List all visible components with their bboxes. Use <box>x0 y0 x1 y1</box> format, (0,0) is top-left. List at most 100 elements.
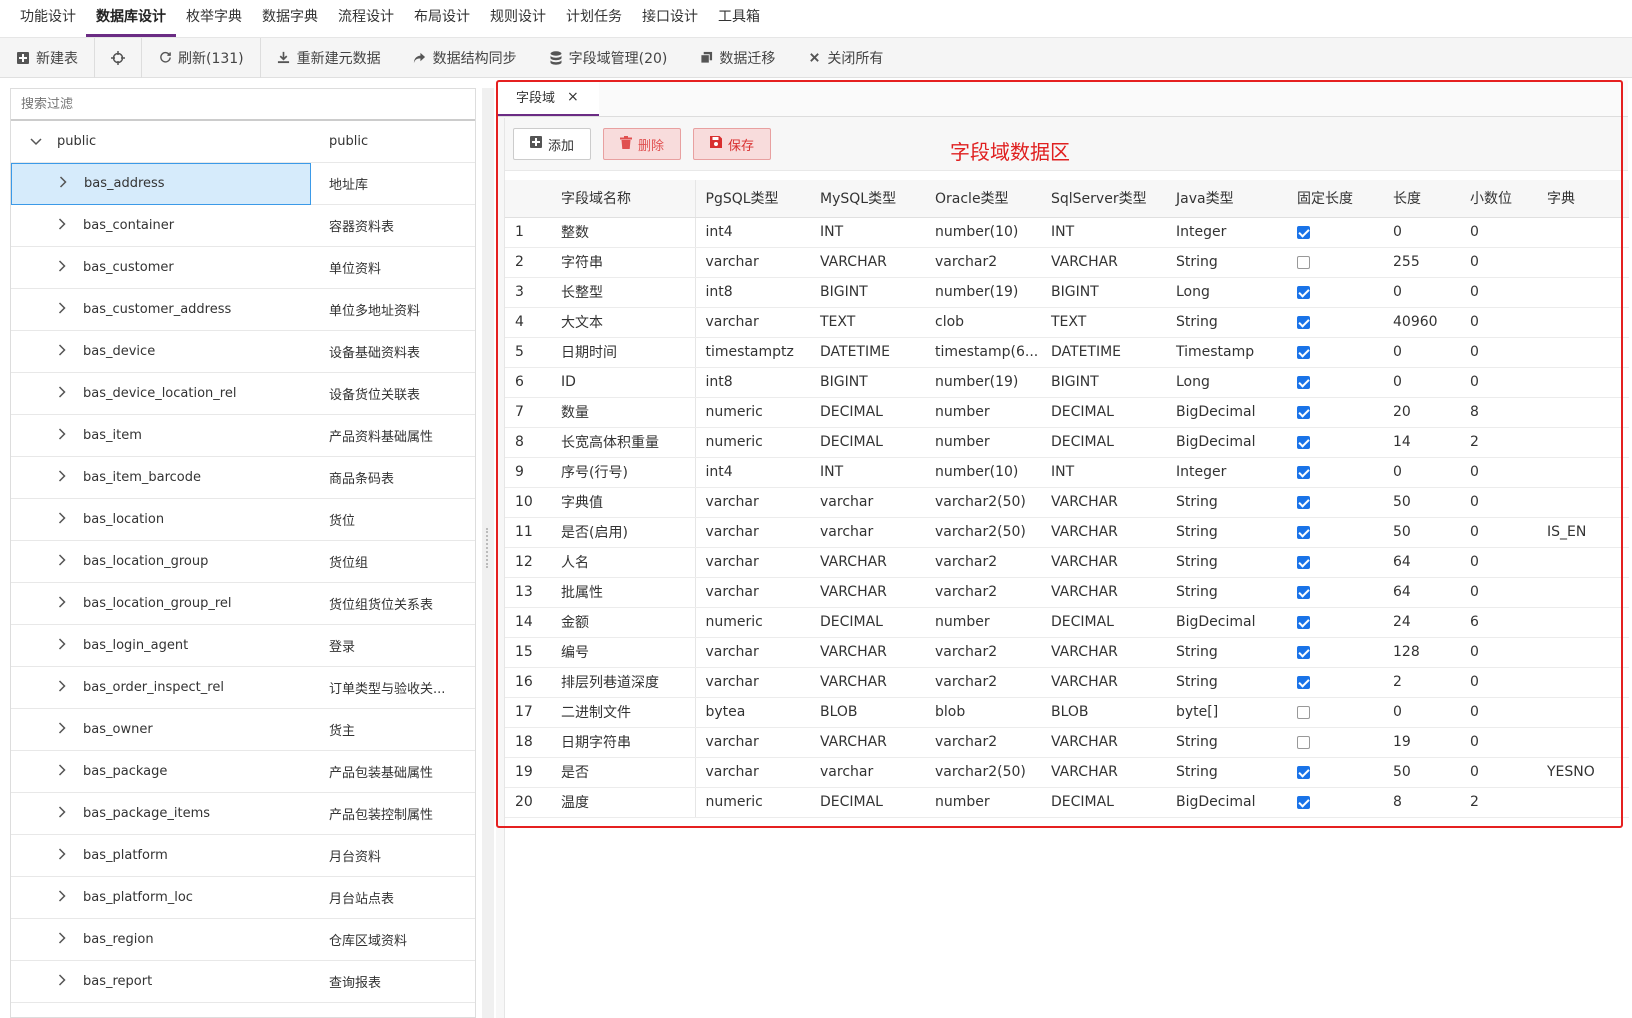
table-cell[interactable]: BIGINT <box>810 367 925 398</box>
table-cell[interactable]: String <box>1166 757 1287 788</box>
table-cell[interactable]: 0 <box>1460 337 1537 368</box>
migrate-button[interactable]: 数据迁移 <box>683 38 791 78</box>
table-cell[interactable] <box>1537 577 1629 608</box>
table-cell[interactable]: String <box>1166 487 1287 518</box>
table-cell[interactable]: 大文本 <box>551 307 696 338</box>
menu-item[interactable]: 枚举字典 <box>176 0 252 37</box>
table-cell[interactable]: DECIMAL <box>810 397 925 428</box>
chevron-right-icon[interactable] <box>55 890 69 905</box>
table-cell[interactable]: VARCHAR <box>1041 637 1166 668</box>
table-cell[interactable]: Integer <box>1166 217 1287 248</box>
table-cell[interactable]: Long <box>1166 277 1287 308</box>
table-cell[interactable] <box>1537 277 1629 308</box>
table-cell[interactable]: 13 <box>505 577 551 608</box>
table-cell[interactable]: 50 <box>1383 517 1460 548</box>
fixed-length-checkbox[interactable] <box>1297 405 1310 419</box>
table-cell[interactable]: ID <box>551 367 696 398</box>
table-cell[interactable]: varchar <box>695 487 810 518</box>
fixed-length-cell[interactable] <box>1287 787 1383 818</box>
table-cell[interactable]: DECIMAL <box>1041 397 1166 428</box>
table-cell[interactable]: 是否(启用) <box>551 517 696 548</box>
tree-item[interactable]: bas_platform 月台资料 <box>11 835 475 877</box>
tree-item[interactable]: bas_customer 单位资料 <box>11 247 475 289</box>
table-cell[interactable]: VARCHAR <box>1041 517 1166 548</box>
table-cell[interactable]: varchar <box>695 637 810 668</box>
table-cell[interactable]: number <box>925 397 1041 428</box>
table-cell[interactable]: YESNO <box>1537 757 1629 788</box>
table-cell[interactable]: 日期时间 <box>551 337 696 368</box>
table-row[interactable]: 1 整数 int4 INT number(10) INT Integer 0 0 <box>505 217 1629 248</box>
chevron-right-icon[interactable] <box>55 764 69 779</box>
menu-item[interactable]: 流程设计 <box>328 0 404 37</box>
table-cell[interactable]: DECIMAL <box>810 787 925 818</box>
fixed-length-checkbox[interactable] <box>1297 585 1310 599</box>
fixed-length-checkbox[interactable] <box>1297 285 1310 299</box>
table-cell[interactable] <box>1537 307 1629 338</box>
table-cell[interactable]: 255 <box>1383 247 1460 278</box>
table-cell[interactable]: numeric <box>695 397 810 428</box>
table-cell[interactable]: Integer <box>1166 457 1287 488</box>
table-cell[interactable]: 0 <box>1460 367 1537 398</box>
column-header[interactable]: PgSQL类型 <box>695 180 810 218</box>
table-cell[interactable]: 0 <box>1383 217 1460 248</box>
table-cell[interactable]: 14 <box>505 607 551 638</box>
table-cell[interactable]: String <box>1166 577 1287 608</box>
chevron-right-icon[interactable] <box>55 428 69 443</box>
table-cell[interactable]: 18 <box>505 727 551 758</box>
table-cell[interactable]: 温度 <box>551 787 696 818</box>
table-row[interactable]: 14 金额 numeric DECIMAL number DECIMAL BigDecima… <box>505 607 1629 638</box>
table-cell[interactable]: 16 <box>505 667 551 698</box>
table-cell[interactable]: TEXT <box>810 307 925 338</box>
column-header[interactable]: Oracle类型 <box>925 180 1041 218</box>
table-cell[interactable]: varchar <box>810 517 925 548</box>
fixed-length-cell[interactable] <box>1287 757 1383 788</box>
table-cell[interactable]: 128 <box>1383 637 1460 668</box>
table-cell[interactable]: int4 <box>695 457 810 488</box>
table-cell[interactable]: String <box>1166 637 1287 668</box>
table-cell[interactable]: 24 <box>1383 607 1460 638</box>
table-cell[interactable]: 40960 <box>1383 307 1460 338</box>
table-cell[interactable]: int8 <box>695 277 810 308</box>
chevron-right-icon[interactable] <box>55 470 69 485</box>
column-header[interactable]: 字典 <box>1537 180 1629 218</box>
table-cell[interactable]: 0 <box>1383 337 1460 368</box>
table-cell[interactable]: 0 <box>1460 277 1537 308</box>
chevron-right-icon[interactable] <box>55 554 69 569</box>
table-cell[interactable]: VARCHAR <box>810 637 925 668</box>
tree-item[interactable]: bas_customer_address 单位多地址资料 <box>11 289 475 331</box>
fixed-length-checkbox[interactable] <box>1297 645 1310 659</box>
table-cell[interactable]: varchar <box>695 307 810 338</box>
table-cell[interactable]: TEXT <box>1041 307 1166 338</box>
delete-button[interactable]: 删除 <box>603 128 682 160</box>
table-cell[interactable]: int8 <box>695 367 810 398</box>
tree-item[interactable]: bas_item 产品资料基础属性 <box>11 415 475 457</box>
chevron-right-icon[interactable] <box>55 386 69 401</box>
table-cell[interactable]: 0 <box>1460 637 1537 668</box>
table-cell[interactable]: timestamptz <box>695 337 810 368</box>
table-cell[interactable]: 20 <box>1383 397 1460 428</box>
table-cell[interactable]: 2 <box>505 247 551 278</box>
table-cell[interactable]: numeric <box>695 787 810 818</box>
table-cell[interactable]: 50 <box>1383 757 1460 788</box>
tree-root[interactable]: public public <box>11 121 475 163</box>
table-row[interactable]: 3 长整型 int8 BIGINT number(19) BIGINT Long 0 0 <box>505 277 1629 308</box>
table-cell[interactable]: 7 <box>505 397 551 428</box>
table-cell[interactable]: 金额 <box>551 607 696 638</box>
table-cell[interactable]: 长整型 <box>551 277 696 308</box>
fixed-length-cell[interactable] <box>1287 427 1383 458</box>
table-cell[interactable]: 50 <box>1383 487 1460 518</box>
chevron-right-icon[interactable] <box>55 638 69 653</box>
sync-structure-button[interactable]: 数据结构同步 <box>397 38 533 78</box>
fixed-length-cell[interactable] <box>1287 307 1383 338</box>
table-cell[interactable]: varchar2 <box>925 547 1041 578</box>
table-cell[interactable]: VARCHAR <box>1041 547 1166 578</box>
table-cell[interactable]: BigDecimal <box>1166 397 1287 428</box>
table-cell[interactable] <box>1537 547 1629 578</box>
table-cell[interactable]: IS_EN <box>1537 517 1629 548</box>
table-cell[interactable] <box>1537 787 1629 818</box>
table-cell[interactable]: varchar <box>695 727 810 758</box>
table-cell[interactable]: varchar <box>695 757 810 788</box>
table-cell[interactable]: VARCHAR <box>810 727 925 758</box>
table-cell[interactable]: 0 <box>1460 727 1537 758</box>
table-cell[interactable]: 批属性 <box>551 577 696 608</box>
